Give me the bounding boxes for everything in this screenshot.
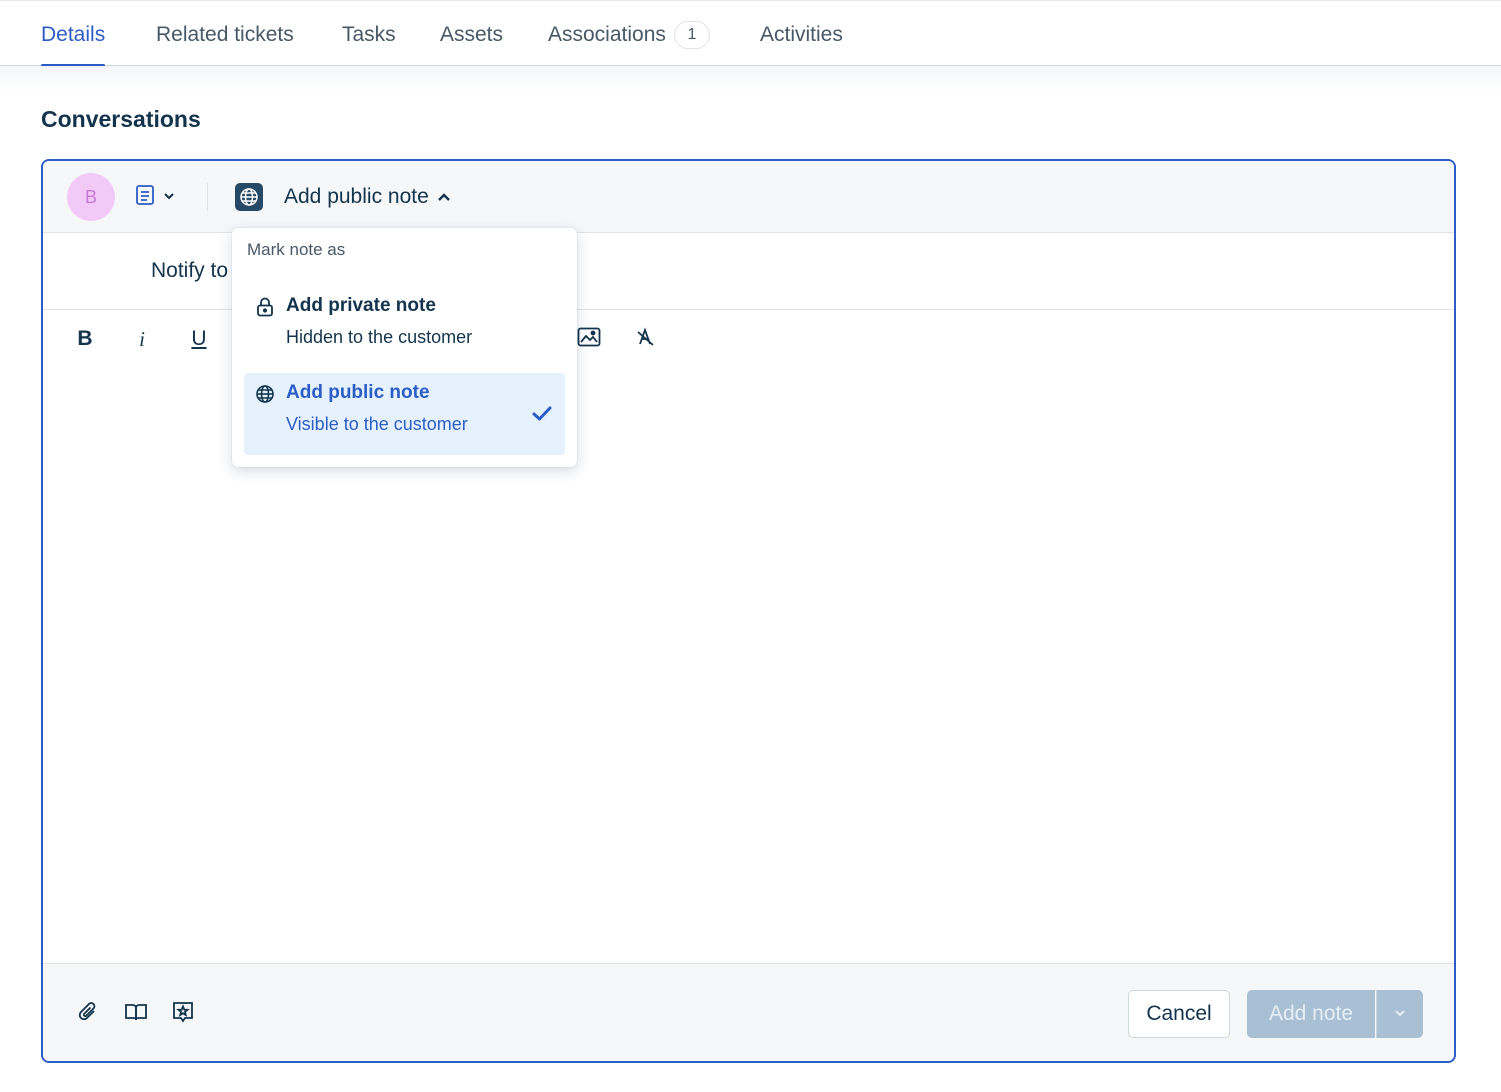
bold-button[interactable]: B xyxy=(69,323,101,355)
avatar: B xyxy=(67,173,115,221)
clear-format-icon xyxy=(635,326,657,353)
reply-type-menu-button[interactable] xyxy=(135,183,175,211)
tab-label: Tasks xyxy=(342,22,396,46)
checkmark-icon xyxy=(531,403,553,425)
globe-icon xyxy=(254,383,276,405)
underline-button[interactable]: U xyxy=(183,323,215,355)
header-divider xyxy=(207,183,208,211)
tab-assets[interactable]: Assets xyxy=(440,3,503,66)
chevron-down-icon xyxy=(1394,1005,1406,1023)
add-note-options-button[interactable] xyxy=(1376,990,1423,1038)
note-visibility-toggle[interactable]: Add public note xyxy=(235,181,451,213)
tab-related-tickets[interactable]: Related tickets xyxy=(156,3,294,66)
canned-response-button[interactable] xyxy=(169,1000,197,1028)
tab-label: Activities xyxy=(760,22,843,46)
cancel-button[interactable]: Cancel xyxy=(1128,990,1230,1038)
option-title: Add private note xyxy=(286,295,436,316)
section-title: Conversations xyxy=(41,106,201,132)
document-icon xyxy=(135,184,155,211)
clear-format-button[interactable] xyxy=(630,323,662,355)
tab-tasks[interactable]: Tasks xyxy=(342,3,396,66)
dropdown-header: Mark note as xyxy=(247,240,346,259)
book-icon xyxy=(124,1001,148,1028)
lock-icon xyxy=(254,296,276,318)
tab-label: Details xyxy=(41,22,106,46)
tab-details[interactable]: Details xyxy=(41,3,106,67)
option-subtitle: Hidden to the customer xyxy=(286,327,473,347)
attach-button[interactable] xyxy=(74,1000,102,1028)
editor-header: B Add public note xyxy=(43,161,1454,233)
tab-associations[interactable]: Associations 1 xyxy=(548,3,710,66)
tab-label: Assets xyxy=(440,22,504,46)
tab-bar: Details Related tickets Tasks Assets Ass… xyxy=(0,3,1501,67)
globe-icon xyxy=(235,183,263,211)
notify-label: Notify to xyxy=(151,259,229,282)
image-icon xyxy=(577,327,601,352)
star-message-icon xyxy=(171,1000,195,1029)
option-public-note[interactable]: Add public note Visible to the customer xyxy=(244,373,565,455)
note-visibility-dropdown: Mark note as Add private note Hidden to … xyxy=(232,228,577,467)
chevron-up-icon xyxy=(437,192,451,202)
add-note-button[interactable]: Add note xyxy=(1247,990,1375,1038)
chevron-down-icon xyxy=(163,188,175,206)
tab-label: Associations xyxy=(548,22,666,46)
option-subtitle: Visible to the customer xyxy=(286,414,468,434)
tab-activities[interactable]: Activities xyxy=(760,3,843,66)
insert-image-button[interactable] xyxy=(573,323,605,355)
associations-count-badge: 1 xyxy=(673,20,710,49)
option-private-note[interactable]: Add private note Hidden to the customer xyxy=(244,286,565,368)
tabs-shadow xyxy=(0,66,1501,92)
knowledge-base-button[interactable] xyxy=(122,1000,150,1028)
note-type-label: Add public note xyxy=(284,185,429,208)
option-title: Add public note xyxy=(286,382,430,403)
italic-button[interactable]: i xyxy=(126,323,158,355)
editor-footer: Cancel Add note xyxy=(43,963,1454,1061)
paperclip-icon xyxy=(77,1000,99,1029)
tab-label: Related tickets xyxy=(156,22,294,46)
